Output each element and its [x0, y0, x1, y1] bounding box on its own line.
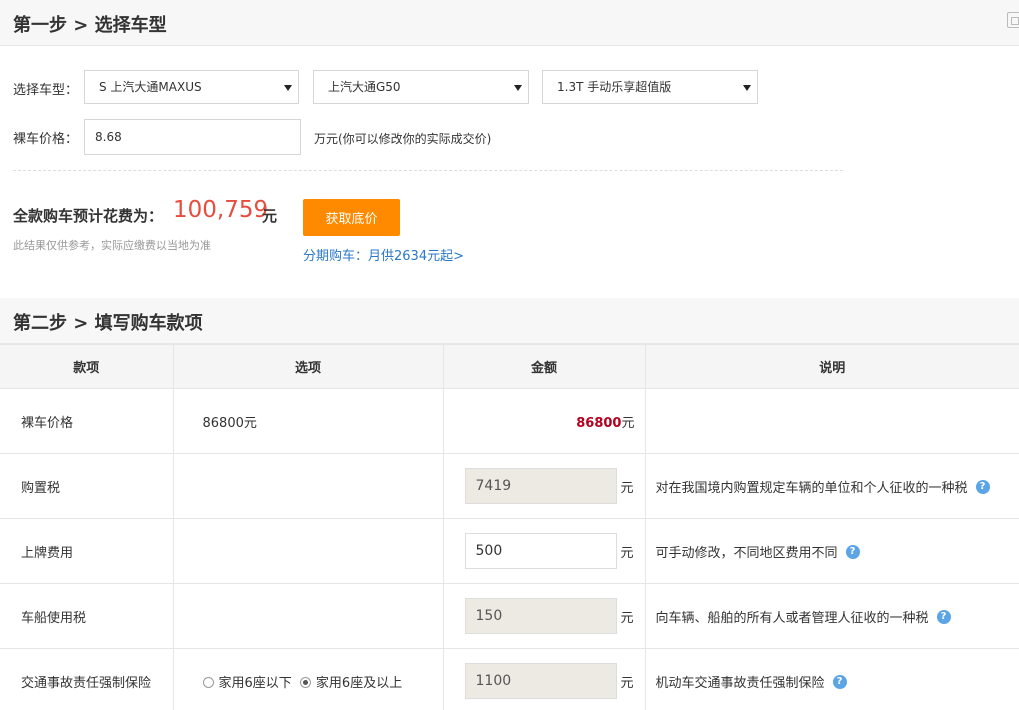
row-option: 家用6座以下 家用6座及以上 [172, 648, 443, 710]
chevron-down-icon [514, 85, 522, 91]
license-fee-input[interactable]: 500 [464, 533, 617, 569]
row-desc: 向车辆、船舶的所有人或者管理人征收的一种税? [644, 583, 1019, 649]
row-desc: 可手动修改，不同地区费用不同? [644, 518, 1019, 584]
help-icon[interactable]: ? [845, 544, 860, 559]
purchase-tax-field: 7419 [464, 468, 617, 504]
unit-label: 元 [620, 675, 634, 691]
series-select-value: 上汽大通G50 [328, 80, 401, 94]
row-option [172, 518, 443, 584]
row-desc: 对在我国境内购置规定车辆的单位和个人征收的一种税? [644, 453, 1019, 519]
help-icon[interactable]: ? [936, 609, 951, 624]
desc-text: 对在我国境内购置规定车辆的单位和个人征收的一种税 [655, 480, 968, 496]
trim-select[interactable]: 1.3T 手动乐享超值版 [542, 70, 758, 104]
model-label: 选择车型： [13, 83, 79, 98]
radio-label-6-plus: 家用6座及以上 [315, 675, 403, 691]
step1-title: 第一步 > 选择车型 [13, 15, 167, 36]
desc-text: 可手动修改，不同地区费用不同 [655, 545, 838, 561]
insurance-field: 1100 [464, 663, 617, 699]
table-row: 交通事故责任强制保险 家用6座以下 家用6座及以上 1100 元 机动车交通事故责… [0, 648, 1019, 710]
price-input[interactable]: 8.68 [84, 119, 301, 155]
unit-label: 元 [620, 610, 634, 626]
total-unit: 元 [262, 207, 278, 225]
copy-icon[interactable] [1007, 12, 1019, 28]
step2-header: 第二步 > 填写购车款项 [0, 298, 1019, 344]
radio-under-6-seats[interactable] [202, 676, 214, 688]
brand-select-value: S 上汽大通MAXUS [99, 80, 202, 94]
column-header-desc: 说明 [644, 344, 1019, 389]
brand-select[interactable]: S 上汽大通MAXUS [84, 70, 299, 104]
row-item: 上牌费用 [0, 518, 173, 584]
trim-select-value: 1.3T 手动乐享超值版 [557, 80, 672, 94]
unit-label: 元 [620, 480, 634, 496]
chevron-down-icon [284, 85, 292, 91]
unit-label: 元 [621, 415, 635, 431]
row-item: 裸车价格 [0, 388, 173, 454]
help-icon[interactable]: ? [832, 674, 847, 689]
row-item: 购置税 [0, 453, 173, 519]
column-header-item: 款项 [0, 344, 174, 389]
table-row: 车船使用税 150 元 向车辆、船舶的所有人或者管理人征收的一种税? [0, 583, 1019, 649]
unit-label: 元 [620, 545, 634, 561]
row-option [172, 583, 443, 649]
row-amount: 500 元 [442, 518, 645, 584]
total-amount: 100,759 [173, 197, 269, 223]
row-item: 交通事故责任强制保险 [0, 648, 173, 710]
price-hint: 万元(你可以修改你的实际成交价) [314, 132, 492, 146]
row-amount: 150 元 [442, 583, 645, 649]
step2-title: 第二步 > 填写购车款项 [13, 313, 203, 334]
get-price-button[interactable]: 获取底价 [303, 199, 400, 236]
radio-6-seats-plus[interactable] [299, 676, 311, 688]
installment-link[interactable]: 分期购车：月供2634元起> [303, 245, 464, 264]
row-amount: 7419 元 [442, 453, 645, 519]
table-row: 裸车价格 86800元 86800元 [0, 388, 1019, 454]
bare-price-amount: 86800 [576, 415, 622, 431]
row-amount: 86800元 [442, 388, 645, 454]
column-header-amount: 金额 [442, 344, 646, 389]
series-select[interactable]: 上汽大通G50 [313, 70, 529, 104]
table-row: 上牌费用 500 元 可手动修改，不同地区费用不同? [0, 518, 1019, 584]
vehicle-tax-field: 150 [464, 598, 617, 634]
disclaimer-note: 此结果仅供参考，实际应缴费以当地为准 [13, 239, 211, 252]
help-icon[interactable]: ? [975, 479, 990, 494]
step1-header: 第一步 > 选择车型 [0, 0, 1019, 46]
chevron-down-icon [743, 85, 751, 91]
fee-table: 款项 选项 金额 说明 裸车价格 86800元 86800元 购置税 7419 元… [0, 344, 1019, 710]
row-option: 86800元 [172, 388, 443, 454]
row-desc [644, 388, 1019, 454]
desc-text: 机动车交通事故责任强制保险 [655, 675, 825, 691]
row-item: 车船使用税 [0, 583, 173, 649]
total-label: 全款购车预计花费为： [13, 207, 164, 225]
divider [13, 170, 843, 171]
row-amount: 1100 元 [442, 648, 645, 710]
price-label: 裸车价格： [13, 132, 79, 147]
row-option [172, 453, 443, 519]
radio-label-under-6: 家用6座以下 [218, 675, 292, 691]
table-row: 购置税 7419 元 对在我国境内购置规定车辆的单位和个人征收的一种税? [0, 453, 1019, 519]
row-desc: 机动车交通事故责任强制保险? [644, 648, 1019, 710]
column-header-option: 选项 [172, 344, 444, 389]
desc-text: 向车辆、船舶的所有人或者管理人征收的一种税 [655, 610, 929, 626]
table-header-row: 款项 选项 金额 说明 [0, 344, 1019, 389]
